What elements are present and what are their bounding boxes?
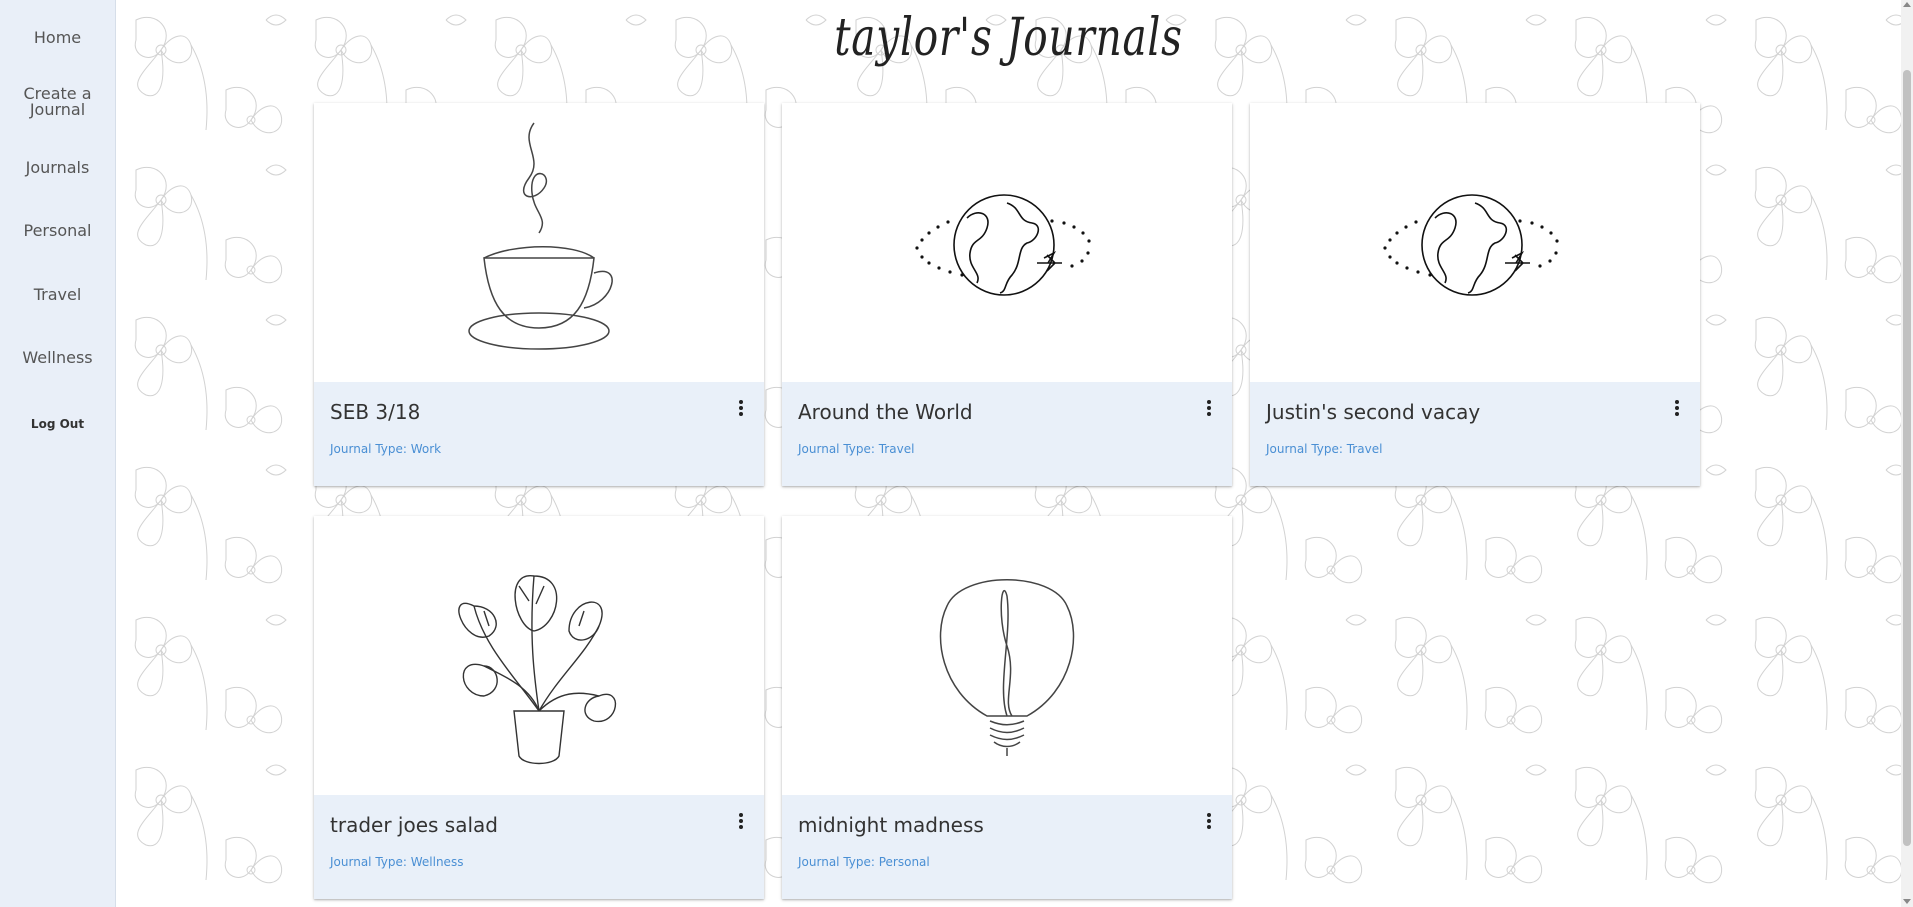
journal-title[interactable]: trader joes salad — [330, 813, 498, 837]
scroll-up-arrow-icon[interactable] — [1903, 2, 1911, 7]
main-content: taylor's Journals SEB 3/18 Journal Type:… — [116, 0, 1901, 907]
journal-info: Justin's second vacay Journal Type: Trav… — [1250, 382, 1700, 486]
vertical-scrollbar[interactable] — [1901, 0, 1913, 907]
more-vert-icon[interactable] — [1204, 811, 1214, 831]
scrollbar-thumb[interactable] — [1903, 70, 1911, 846]
nav-travel[interactable]: Travel — [0, 287, 115, 303]
journal-card[interactable]: Justin's second vacay Journal Type: Trav… — [1250, 103, 1700, 486]
journal-card[interactable]: SEB 3/18 Journal Type: Work — [314, 103, 764, 486]
lightbulb-icon — [939, 579, 1075, 756]
more-vert-icon[interactable] — [1672, 398, 1682, 418]
journal-type: Journal Type: Work — [330, 442, 442, 456]
page-title: taylor's Journals — [834, 8, 1183, 68]
journal-info: SEB 3/18 Journal Type: Work — [314, 382, 764, 486]
journal-info: Around the World Journal Type: Travel — [782, 382, 1232, 486]
journal-info: midnight madness Journal Type: Personal — [782, 795, 1232, 899]
journal-title[interactable]: midnight madness — [798, 813, 984, 837]
more-vert-icon[interactable] — [1204, 398, 1214, 418]
nav-wellness[interactable]: Wellness — [0, 350, 115, 366]
coffee-cup-icon — [468, 122, 613, 350]
journal-title[interactable]: SEB 3/18 — [330, 400, 420, 424]
nav-personal[interactable]: Personal — [0, 223, 115, 239]
journal-type: Journal Type: Personal — [798, 855, 930, 869]
nav-journals[interactable]: Journals — [0, 160, 115, 176]
nav-logout[interactable]: Log Out — [0, 416, 115, 432]
globe-airplane-icon — [915, 194, 1091, 296]
journal-info: trader joes salad Journal Type: Wellness — [314, 795, 764, 899]
nav-create-journal[interactable]: Create a Journal — [0, 86, 115, 118]
more-vert-icon[interactable] — [736, 811, 746, 831]
nav-home[interactable]: Home — [0, 30, 115, 46]
journal-type: Journal Type: Travel — [1266, 442, 1383, 456]
globe-airplane-icon — [1383, 194, 1559, 296]
journal-card[interactable]: Around the World Journal Type: Travel — [782, 103, 1232, 486]
potted-plant-icon — [458, 575, 616, 765]
journal-type: Journal Type: Travel — [798, 442, 915, 456]
scroll-down-arrow-icon[interactable] — [1903, 899, 1911, 904]
sidebar: Home Create a Journal Journals Personal … — [0, 0, 116, 907]
journal-card[interactable]: midnight madness Journal Type: Personal — [782, 516, 1232, 899]
journal-type: Journal Type: Wellness — [330, 855, 464, 869]
journal-card[interactable]: trader joes salad Journal Type: Wellness — [314, 516, 764, 899]
more-vert-icon[interactable] — [736, 398, 746, 418]
journal-title[interactable]: Around the World — [798, 400, 973, 424]
journal-title[interactable]: Justin's second vacay — [1266, 400, 1480, 424]
